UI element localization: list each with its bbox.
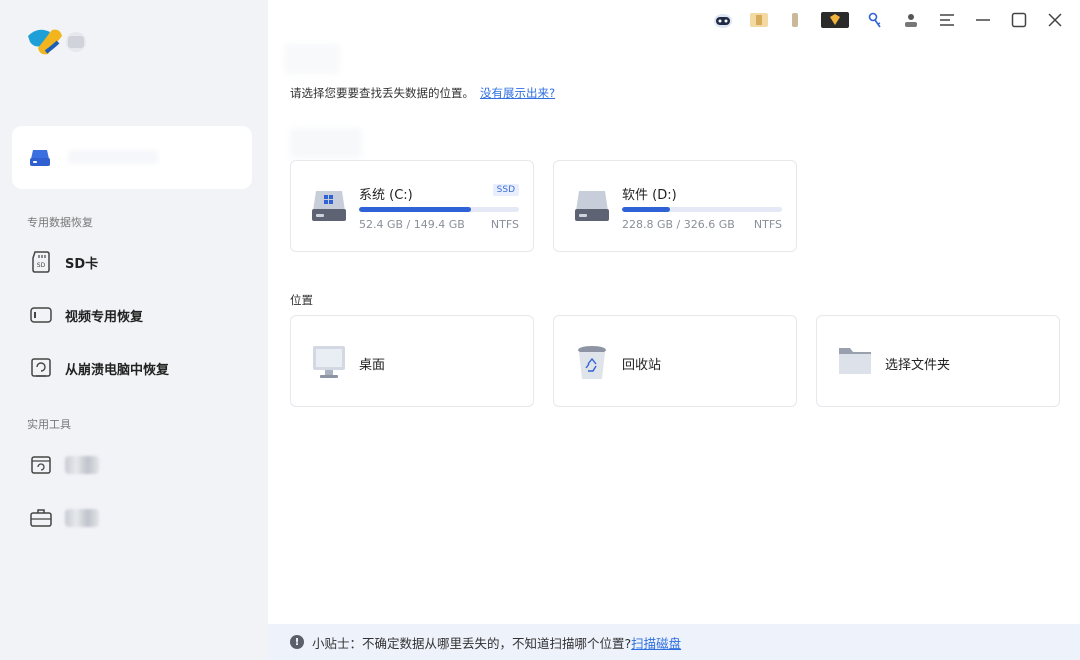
sidebar-item-label: 视频专用恢复 <box>65 309 144 325</box>
menu-icon[interactable] <box>936 9 958 31</box>
sidebar: 专用数据恢复 SD SD卡 视频专用恢复 从崩溃电脑中恢复 实用工具 <box>0 0 268 660</box>
scan-disk-link[interactable]: 扫描磁盘 <box>631 633 681 652</box>
blurred-label <box>65 456 99 474</box>
drive-card-c[interactable]: 系统 (C:) SSD 52.4 GB / 149.4 GB NTFS <box>290 160 534 252</box>
tip-text: 小贴士：不确定数据从哪里丢失的，不知道扫描哪个位置? <box>312 635 632 651</box>
blurred-heading <box>284 44 340 74</box>
drive-card-d[interactable]: 软件 (D:) 228.8 GB / 326.6 GB NTFS <box>553 160 797 252</box>
drive-name: 系统 (C:) <box>359 188 413 203</box>
sidebar-item-disk-recovery[interactable] <box>12 126 252 189</box>
close-icon[interactable] <box>1044 9 1066 31</box>
usage-bar <box>359 207 519 212</box>
sidebar-item-tool-1[interactable] <box>12 445 252 485</box>
folder-icon <box>837 344 873 382</box>
sidebar-item-crashed-pc[interactable]: 从崩溃电脑中恢复 <box>12 348 252 388</box>
sidebar-item-video-recovery[interactable]: 视频专用恢复 <box>12 295 252 335</box>
info-icon: ! <box>290 635 304 649</box>
promo-icon[interactable] <box>748 9 770 31</box>
system-drive-icon <box>311 187 347 229</box>
sidebar-item-sd-card[interactable]: SD SD卡 <box>12 242 252 282</box>
assistant-bot-icon[interactable] <box>712 9 734 31</box>
blurred-label <box>68 150 158 164</box>
key-icon[interactable] <box>864 9 886 31</box>
sd-card-icon: SD <box>28 249 54 275</box>
crashed-pc-icon <box>28 355 54 381</box>
location-card-recycle-bin[interactable]: 回收站 <box>553 315 797 407</box>
drive-filesystem: NTFS <box>490 218 519 231</box>
restore-window-icon <box>28 452 54 478</box>
location-name: 桌面 <box>359 358 386 373</box>
blurred-section-heading <box>290 128 362 158</box>
promo-figure-icon[interactable] <box>784 9 806 31</box>
drive-filesystem: NTFS <box>753 218 782 231</box>
tip-bar: ! 小贴士：不确定数据从哪里丢失的，不知道扫描哪个位置? 扫描磁盘 <box>268 624 1080 660</box>
location-name: 选择文件夹 <box>885 358 951 373</box>
minimize-icon[interactable] <box>972 9 994 31</box>
sidebar-item-label: SD卡 <box>65 256 99 272</box>
usage-bar <box>622 207 782 212</box>
app-logo-icon <box>24 22 96 62</box>
drive-size: 52.4 GB / 149.4 GB <box>359 218 465 231</box>
desktop-monitor-icon <box>311 344 347 384</box>
maximize-icon[interactable] <box>1008 9 1030 31</box>
drive-size: 228.8 GB / 326.6 GB <box>622 218 735 231</box>
location-card-desktop[interactable]: 桌面 <box>290 315 534 407</box>
drive-name: 软件 (D:) <box>622 188 677 203</box>
prompt-text: 请选择您要要查找丢失数据的位置。 <box>290 86 474 100</box>
toolbox-icon <box>28 505 54 531</box>
not-shown-link[interactable]: 没有展示出来? <box>480 86 555 100</box>
ssd-badge: SSD <box>492 184 519 196</box>
location-prompt: 请选择您要要查找丢失数据的位置。 没有展示出来? <box>290 85 555 101</box>
section-label-recovery: 专用数据恢复 <box>27 216 93 229</box>
location-card-select-folder[interactable]: 选择文件夹 <box>816 315 1060 407</box>
sidebar-item-tool-2[interactable] <box>12 498 252 538</box>
recycle-bin-icon <box>574 344 610 386</box>
hard-drive-icon <box>28 146 52 174</box>
section-label-tools: 实用工具 <box>27 418 71 431</box>
video-camera-icon <box>28 302 54 328</box>
title-bar-controls <box>712 8 1066 32</box>
location-name: 回收站 <box>622 358 662 373</box>
premium-diamond-icon[interactable] <box>820 9 850 31</box>
usage-bar-fill <box>622 207 670 212</box>
usage-bar-fill <box>359 207 471 212</box>
sidebar-item-label: 从崩溃电脑中恢复 <box>65 362 170 378</box>
hard-drive-icon <box>574 187 610 229</box>
svg-text:SD: SD <box>37 262 46 269</box>
blurred-label <box>65 509 99 527</box>
account-icon[interactable] <box>900 9 922 31</box>
locations-heading: 位置 <box>290 293 313 307</box>
